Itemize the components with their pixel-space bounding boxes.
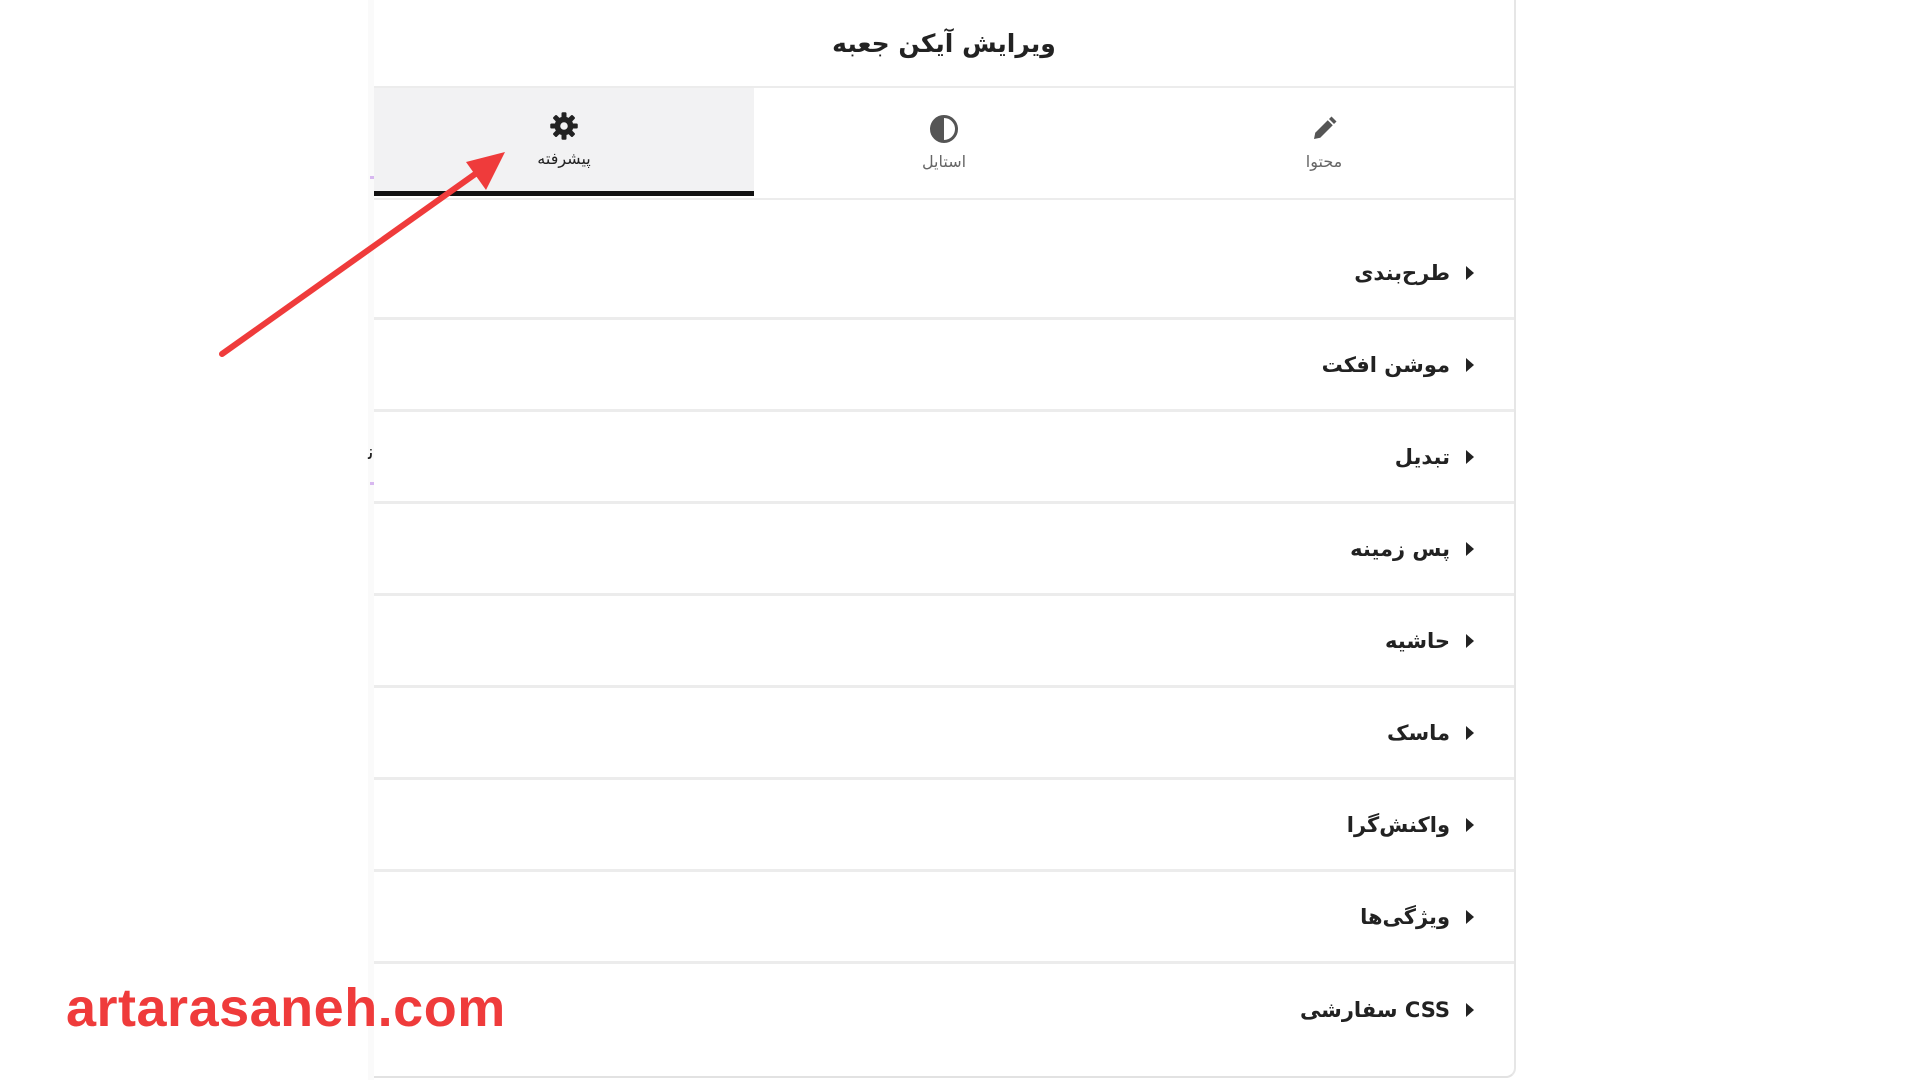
tab-bar: محتوا استایل پیشرفته (374, 88, 1514, 200)
caret-right-icon (1466, 541, 1474, 556)
section-attributes[interactable]: ویژگی‌ها (374, 872, 1514, 964)
tab-label: استایل (921, 151, 967, 171)
section-label: طرح‌بندی (1354, 260, 1450, 285)
section-label: تبدیل (1394, 444, 1450, 469)
caret-right-icon (1466, 265, 1474, 280)
panel-title: ویرایش آیکن جعبه (374, 0, 1514, 88)
half-circle-icon (930, 114, 958, 143)
caret-right-icon (1466, 357, 1474, 372)
section-motion-effects[interactable]: موشن افکت (374, 320, 1514, 412)
section-responsive[interactable]: واکنش‌گرا (374, 780, 1514, 872)
watermark-text: artarasaneh.com (66, 978, 506, 1038)
tab-content[interactable]: محتوا (1134, 88, 1514, 196)
caret-right-icon (1466, 633, 1474, 648)
section-label: CSS سفارشی (1299, 998, 1450, 1022)
caret-right-icon (1466, 449, 1474, 464)
section-background[interactable]: پس زمینه (374, 504, 1514, 596)
section-layout[interactable]: طرح‌بندی (374, 228, 1514, 320)
tab-advanced[interactable]: پیشرفته (374, 88, 754, 196)
section-custom-css[interactable]: CSS سفارشی (374, 964, 1514, 1056)
section-label: حاشیه (1385, 628, 1450, 653)
section-mask[interactable]: ماسک (374, 688, 1514, 780)
section-list: طرح‌بندی موشن افکت تبدیل پس زمینه حاشیه … (374, 228, 1514, 1056)
tab-style[interactable]: استایل (754, 88, 1134, 196)
section-label: موشن افکت (1321, 352, 1450, 377)
section-border[interactable]: حاشیه (374, 596, 1514, 688)
tab-label: پیشرفته (537, 149, 591, 168)
section-label: واکنش‌گرا (1346, 812, 1450, 837)
caret-right-icon (1466, 817, 1474, 832)
caret-right-icon (1466, 1003, 1474, 1017)
section-label: ماسک (1386, 720, 1450, 745)
section-label: ویژگی‌ها (1360, 904, 1450, 929)
caret-right-icon (1466, 725, 1474, 740)
pencil-icon (1314, 116, 1337, 139)
background-text-fragment: ﻧ (368, 440, 374, 464)
section-transform[interactable]: تبدیل (374, 412, 1514, 504)
edit-panel: ویرایش آیکن جعبه محتوا استایل پیشرفته طر… (374, 0, 1516, 1078)
gear-icon (550, 112, 578, 140)
caret-right-icon (1466, 909, 1474, 924)
section-label: پس زمینه (1350, 536, 1450, 561)
tab-label: محتوا (1305, 151, 1343, 171)
